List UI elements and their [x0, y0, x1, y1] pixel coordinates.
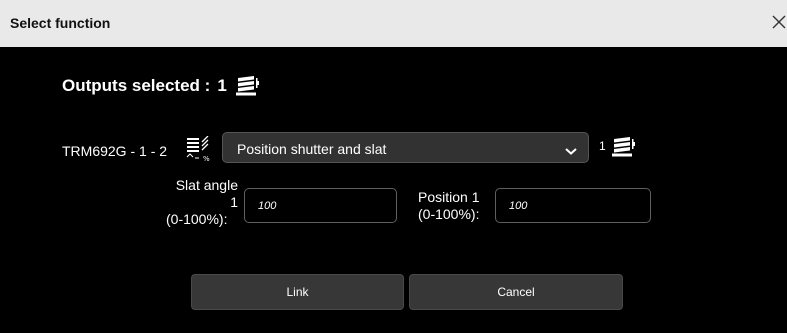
device-label: TRM692G - 1 - 2 [62, 143, 168, 159]
outputs-selected-count: 1 [217, 76, 227, 95]
function-select[interactable]: Position shutter and slat [222, 132, 589, 163]
function-select-value: Position shutter and slat [237, 141, 387, 157]
shutter-stack-icon [611, 136, 635, 158]
link-button[interactable]: Link [191, 274, 404, 310]
slat-angle-label-line3: (0-100%): [166, 211, 228, 227]
slat-angle-label: Slat angle 1 (0-100%): [140, 177, 238, 228]
slat-angle-label-line1: Slat angle [175, 177, 238, 193]
chevron-down-icon [564, 143, 578, 155]
close-icon[interactable] [769, 11, 787, 33]
position-input[interactable] [495, 188, 651, 223]
shutter-slat-percent-icon: % [185, 135, 213, 163]
position-label-line2: (0-100%): [418, 206, 480, 222]
shutter-stack-icon [235, 75, 259, 97]
output-count: 1 [599, 139, 606, 153]
dialog-titlebar: Select function [0, 0, 787, 47]
slat-angle-input[interactable] [244, 188, 397, 223]
select-function-dialog: Select function Outputs selected : 1 TRM… [0, 0, 787, 333]
dialog-title: Select function [10, 15, 111, 31]
outputs-selected: Outputs selected : 1 [62, 73, 259, 99]
cancel-button[interactable]: Cancel [409, 274, 623, 310]
outputs-selected-label: Outputs selected : [62, 76, 211, 95]
position-label-line1: Position 1 [418, 189, 480, 205]
svg-text:%: % [203, 155, 210, 162]
slat-angle-label-line2: 1 [230, 194, 238, 210]
position-label: Position 1 (0-100%): [418, 189, 479, 223]
